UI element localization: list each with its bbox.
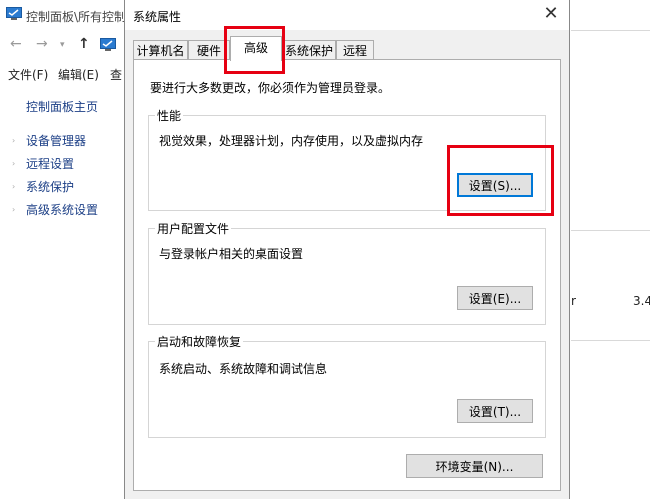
advanced-tab-panel: 要进行大多数更改，你必须作为管理员登录。 性能 视觉效果，处理器计划，内存使用，… [133,59,561,491]
startup-recovery-group: 启动和故障恢复 系统启动、系统故障和调试信息 设置(T)... [148,333,546,438]
tab-hardware[interactable]: 硬件 [188,40,230,60]
startup-recovery-description: 系统启动、系统故障和调试信息 [159,362,328,376]
divider [571,30,650,31]
back-arrow-icon[interactable]: ← [10,36,22,52]
menu-file[interactable]: 文件(F) [8,66,48,83]
forward-arrow-icon[interactable]: → [36,36,48,52]
bullet-icon: › [12,136,16,145]
navigation-bar: ← → ▾ ↑ [0,34,124,58]
menu-edit[interactable]: 编辑(E) [58,66,99,83]
performance-description: 视觉效果，处理器计划，内存使用，以及虚拟内存 [159,134,424,148]
control-panel-content-fragment: r 3.4 [571,0,650,499]
tab-system-protection[interactable]: 系统保护 [282,40,336,60]
tab-computer-name[interactable]: 计算机名 [133,40,188,60]
performance-settings-button[interactable]: 设置(S)... [457,173,533,197]
close-icon[interactable]: ✕ [539,2,563,26]
content-text-fragment: r [571,294,576,308]
bullet-icon: › [12,182,16,191]
menu-bar: 文件(F) 编辑(E) 查 [0,64,124,84]
sidebar-advanced-settings-link[interactable]: 高级系统设置 [26,201,98,218]
up-arrow-icon[interactable]: ↑ [78,36,90,52]
startup-recovery-label: 启动和故障恢复 [155,333,244,350]
sidebar-remote-settings-link[interactable]: 远程设置 [26,155,74,172]
sidebar-system-protection-link[interactable]: 系统保护 [26,178,74,195]
user-profiles-label: 用户配置文件 [155,220,232,237]
control-panel-title: 控制面板\所有控制面 [26,10,139,24]
startup-recovery-settings-button[interactable]: 设置(T)... [457,399,533,423]
bullet-icon: › [12,159,16,168]
environment-variables-button[interactable]: 环境变量(N)... [406,454,543,478]
sidebar-device-manager-link[interactable]: 设备管理器 [26,132,86,149]
admin-note: 要进行大多数更改，你必须作为管理员登录。 [150,81,391,95]
user-profiles-description: 与登录帐户相关的桌面设置 [159,247,304,261]
bullet-icon: › [12,205,16,214]
menu-view-partial[interactable]: 查 [110,66,122,83]
system-properties-dialog: 系统属性 ✕ 计算机名 硬件 高级 系统保护 远程 要进行大多数更改，你必须作为… [124,0,570,499]
address-control-panel-icon [100,38,116,51]
dialog-title: 系统属性 [133,10,182,24]
content-value-fragment: 3.4 [633,294,650,308]
tab-remote[interactable]: 远程 [336,40,374,60]
performance-group: 性能 视觉效果，处理器计划，内存使用，以及虚拟内存 设置(S)... [148,107,546,211]
sidebar-home-link[interactable]: 控制面板主页 [26,98,98,115]
control-panel-app-icon [6,7,22,20]
dialog-titlebar: 系统属性 ✕ [125,0,569,30]
user-profiles-settings-button[interactable]: 设置(E)... [457,286,533,310]
divider [571,230,650,231]
performance-label: 性能 [155,107,184,124]
recent-dropdown-icon[interactable]: ▾ [60,40,65,50]
user-profiles-group: 用户配置文件 与登录帐户相关的桌面设置 设置(E)... [148,220,546,325]
divider [571,340,650,341]
control-panel-sidebar: 控制面板主页 › 设备管理器 › 远程设置 › 系统保护 › 高级系统设置 [0,88,124,499]
tab-advanced[interactable]: 高级 [230,36,282,61]
